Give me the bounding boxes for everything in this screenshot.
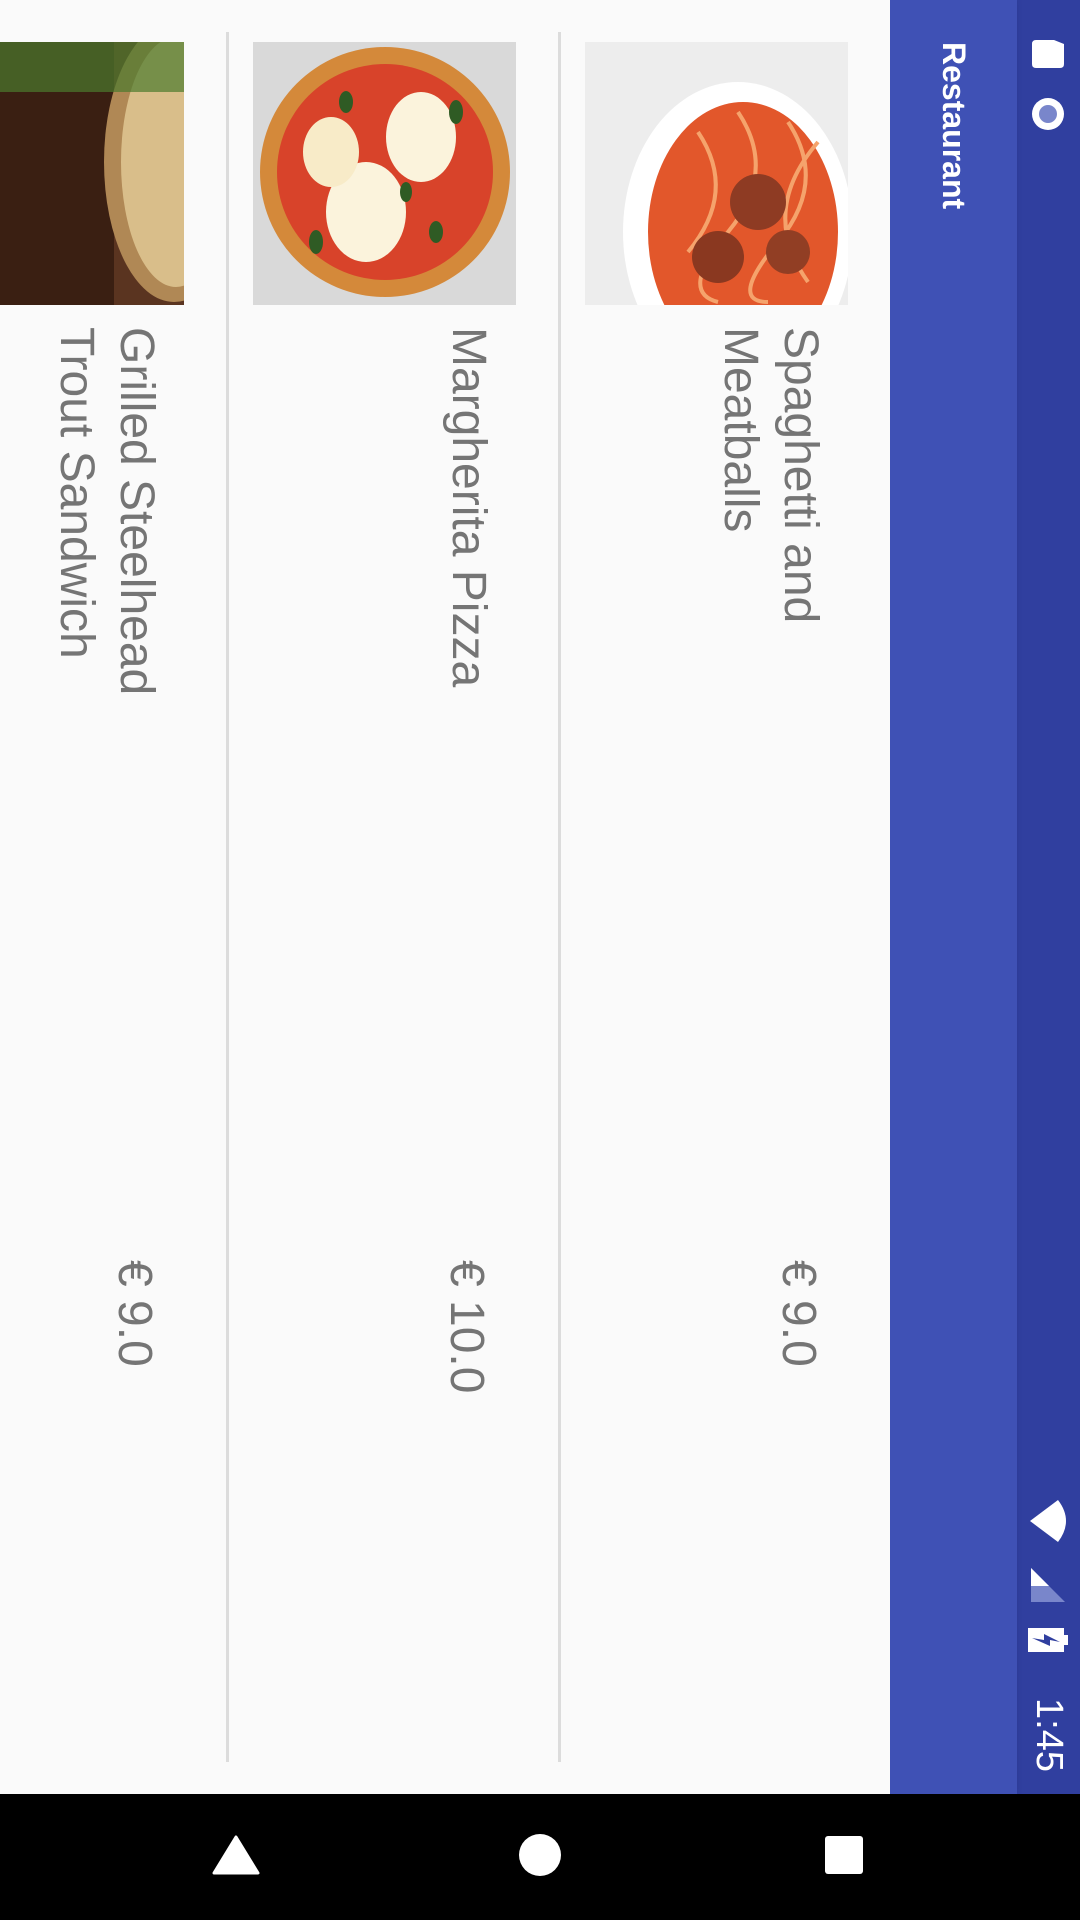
home-button[interactable] [470, 1794, 610, 1920]
recents-icon [824, 1835, 864, 1880]
app-window: 1:45 Restaurant Spaghetti and Meatballs … [0, 0, 1080, 1794]
screen: 1:45 Restaurant Spaghetti and Meatballs … [0, 0, 1080, 1920]
recents-button[interactable] [774, 1794, 914, 1920]
menu-item-spaghetti[interactable]: Spaghetti and Meatballs € 9.0 [560, 0, 890, 1794]
item-price: € 9.0 [772, 1260, 825, 1367]
menu-item-trout-sandwich[interactable]: Grilled Steelhead Trout Sandwich € 9.0 [0, 0, 226, 1794]
menu-item-pizza[interactable]: Margherita Pizza € 10.0 [228, 0, 558, 1794]
item-price: € 10.0 [440, 1260, 493, 1394]
menu-list: Spaghetti and Meatballs € 9.0 Margherita… [0, 0, 890, 1794]
signal-icon [1017, 1566, 1080, 1604]
margherita-pizza-photo [253, 42, 516, 305]
item-price: € 9.0 [108, 1260, 161, 1367]
spaghetti-meatballs-photo [585, 42, 848, 305]
app-bar: Restaurant [890, 0, 1017, 1794]
item-name: Grilled Steelhead Trout Sandwich [50, 327, 163, 696]
status-bar: 1:45 [1017, 0, 1080, 1794]
divider [226, 32, 229, 1762]
wifi-icon [1017, 1498, 1080, 1544]
navigation-bar [0, 1794, 1080, 1920]
sd-card-icon [1017, 34, 1080, 74]
back-icon [211, 1833, 261, 1882]
home-icon [518, 1833, 562, 1882]
divider [558, 32, 561, 1762]
status-time: 1:45 [1028, 1698, 1070, 1772]
trout-sandwich-photo [0, 42, 184, 305]
item-name: Margherita Pizza [442, 327, 495, 688]
recording-icon [1017, 94, 1080, 134]
item-name: Spaghetti and Meatballs [714, 327, 827, 624]
back-button[interactable] [166, 1794, 306, 1920]
battery-charging-icon [1017, 1628, 1080, 1652]
app-title: Restaurant [936, 42, 972, 210]
